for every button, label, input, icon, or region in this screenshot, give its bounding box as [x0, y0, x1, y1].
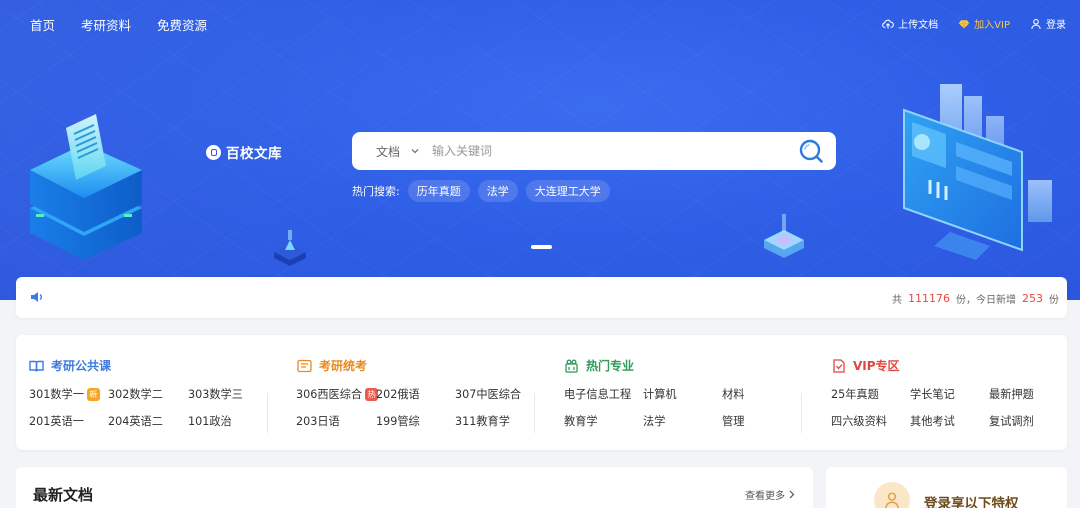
category-link[interactable]: 教育学 [564, 413, 598, 429]
top-nav: 首页 考研资料 免费资源 上传文档 加入VIP 登录 [0, 0, 1080, 46]
category-link-text: 306西医综合 [296, 388, 363, 401]
doc-stats: 共 111176 份，今日新增 253 份 [892, 291, 1059, 306]
category-link[interactable]: 302数学二 [108, 386, 163, 402]
hot-tag[interactable]: 法学 [477, 180, 518, 202]
category-link[interactable]: 其他考试 [910, 413, 955, 429]
category-link[interactable]: 25年真题 [831, 386, 879, 402]
logo-text: 百校文库 [226, 146, 282, 162]
vip-label: 加入VIP [974, 20, 1010, 31]
book-icon [29, 360, 44, 372]
category-link[interactable]: 法学 [643, 413, 665, 429]
nav-kaoyan[interactable]: 考研资料 [81, 15, 131, 34]
category-link-text: 301数学一 [29, 388, 84, 401]
upload-label: 上传文档 [898, 20, 939, 31]
main-nav: 首页 考研资料 免费资源 [30, 15, 207, 34]
hot-tag[interactable]: 历年真题 [407, 180, 470, 202]
search-icon[interactable] [798, 138, 824, 164]
nav-home[interactable]: 首页 [30, 15, 55, 34]
category-link[interactable]: 202俄语 [376, 386, 420, 402]
stats-total: 111176 [908, 292, 950, 305]
column-divider [267, 393, 268, 433]
logo-icon [206, 144, 221, 160]
privilege-title[interactable]: 登录享以下特权 [924, 492, 1019, 508]
category-link[interactable]: 管理 [722, 413, 744, 429]
stats-unit-today: 份，今日新增 [956, 295, 1016, 306]
vip-link[interactable]: 加入VIP [958, 16, 1010, 31]
category-link[interactable]: 学长笔记 [910, 386, 955, 402]
category-link[interactable]: 复试调剂 [989, 413, 1034, 429]
category-vip-zone: VIP专区 25年真题 学长笔记 最新押题 四六级资料 其他考试 复试调剂 [818, 335, 1067, 450]
dashboard-illustration [903, 84, 1052, 260]
category-link[interactable]: 电子信息工程 [564, 386, 631, 402]
hot-search: 热门搜索: 历年真题 法学 大连理工大学 [352, 180, 610, 202]
category-title-text: VIP专区 [853, 359, 900, 373]
hot-search-label: 热门搜索: [352, 185, 400, 198]
upload-link[interactable]: 上传文档 [882, 16, 938, 31]
category-link[interactable]: 204英语二 [108, 413, 163, 429]
category-title-text: 考研公共课 [51, 359, 112, 373]
new-badge: 新 [86, 387, 100, 401]
hero-banner: 首页 考研资料 免费资源 上传文档 加入VIP 登录 百校文库 文档 输入关键词… [0, 0, 1080, 300]
search-type-label: 文档 [376, 144, 401, 159]
category-title[interactable]: 热门专业 [564, 357, 634, 374]
category-link[interactable]: 301数学一 新 [29, 386, 100, 402]
vip-doc-icon [833, 358, 845, 373]
category-link[interactable]: 203日语 [296, 413, 340, 429]
search-box: 文档 [352, 132, 836, 170]
category-title-text: 考研统考 [319, 359, 368, 373]
hot-tag[interactable]: 大连理工大学 [525, 180, 610, 202]
server-illustration [30, 114, 142, 260]
category-link[interactable]: 307中医综合 [455, 386, 521, 402]
stats-today: 253 [1022, 292, 1043, 305]
category-link[interactable]: 303数学三 [188, 386, 243, 402]
notice-bar: 共 111176 份，今日新增 253 份 [16, 277, 1067, 318]
category-link[interactable]: 306西医综合 热 [296, 386, 379, 402]
category-title-text: 热门专业 [586, 359, 635, 373]
category-title[interactable]: 考研公共课 [29, 357, 111, 374]
carousel-indicator[interactable] [531, 245, 552, 249]
category-link[interactable]: 计算机 [643, 386, 677, 402]
glow-box-illustration [764, 214, 804, 258]
chevron-down-icon [411, 149, 419, 154]
category-unified-exam: 考研统考 306西医综合 热 202俄语 307中医综合 203日语 199管综… [284, 335, 536, 450]
category-hot-majors: 热门专业 电子信息工程 计算机 材料 教育学 法学 管理 [551, 335, 803, 450]
diamond-icon [958, 19, 970, 29]
user-nav: 上传文档 加入VIP 登录 [882, 16, 1066, 31]
avatar [874, 482, 910, 508]
view-more-label: 查看更多 [745, 491, 785, 502]
category-link[interactable]: 材料 [722, 386, 744, 402]
privilege-card: 登录享以下特权 [826, 467, 1067, 508]
category-link[interactable]: 201英语一 [29, 413, 84, 429]
site-logo[interactable]: 百校文库 [206, 142, 282, 162]
login-link[interactable]: 登录 [1030, 16, 1066, 31]
category-title[interactable]: VIP专区 [831, 357, 900, 374]
latest-docs-card: 最新文档 查看更多 [16, 467, 813, 508]
chevron-right-icon [789, 490, 795, 499]
nav-free[interactable]: 免费资源 [157, 15, 207, 34]
user-icon [1031, 18, 1041, 29]
cube-illustration [274, 230, 306, 266]
category-link[interactable]: 101政治 [188, 413, 232, 429]
cloud-upload-icon [882, 19, 895, 28]
category-public-courses: 考研公共课 301数学一 新 302数学二 303数学三 201英语一 204英… [16, 335, 268, 450]
exam-icon [297, 359, 312, 372]
user-icon [885, 492, 899, 508]
search-type-select[interactable]: 文档 [376, 143, 420, 160]
latest-docs-title: 最新文档 [33, 486, 94, 504]
view-more-link[interactable]: 查看更多 [745, 487, 795, 502]
column-divider [534, 393, 535, 433]
major-icon [565, 359, 578, 373]
stats-unit: 份 [1049, 295, 1059, 306]
category-link[interactable]: 311教育学 [455, 413, 510, 429]
category-link[interactable]: 四六级资料 [831, 413, 887, 429]
stats-prefix: 共 [892, 295, 902, 306]
search-input[interactable] [432, 144, 773, 158]
category-title[interactable]: 考研统考 [297, 357, 367, 374]
category-panel: 考研公共课 301数学一 新 302数学二 303数学三 201英语一 204英… [16, 335, 1067, 450]
login-label: 登录 [1046, 20, 1066, 31]
category-link[interactable]: 199管综 [376, 413, 420, 429]
column-divider [801, 393, 802, 433]
category-link[interactable]: 最新押题 [989, 386, 1034, 402]
speaker-icon [31, 292, 42, 302]
